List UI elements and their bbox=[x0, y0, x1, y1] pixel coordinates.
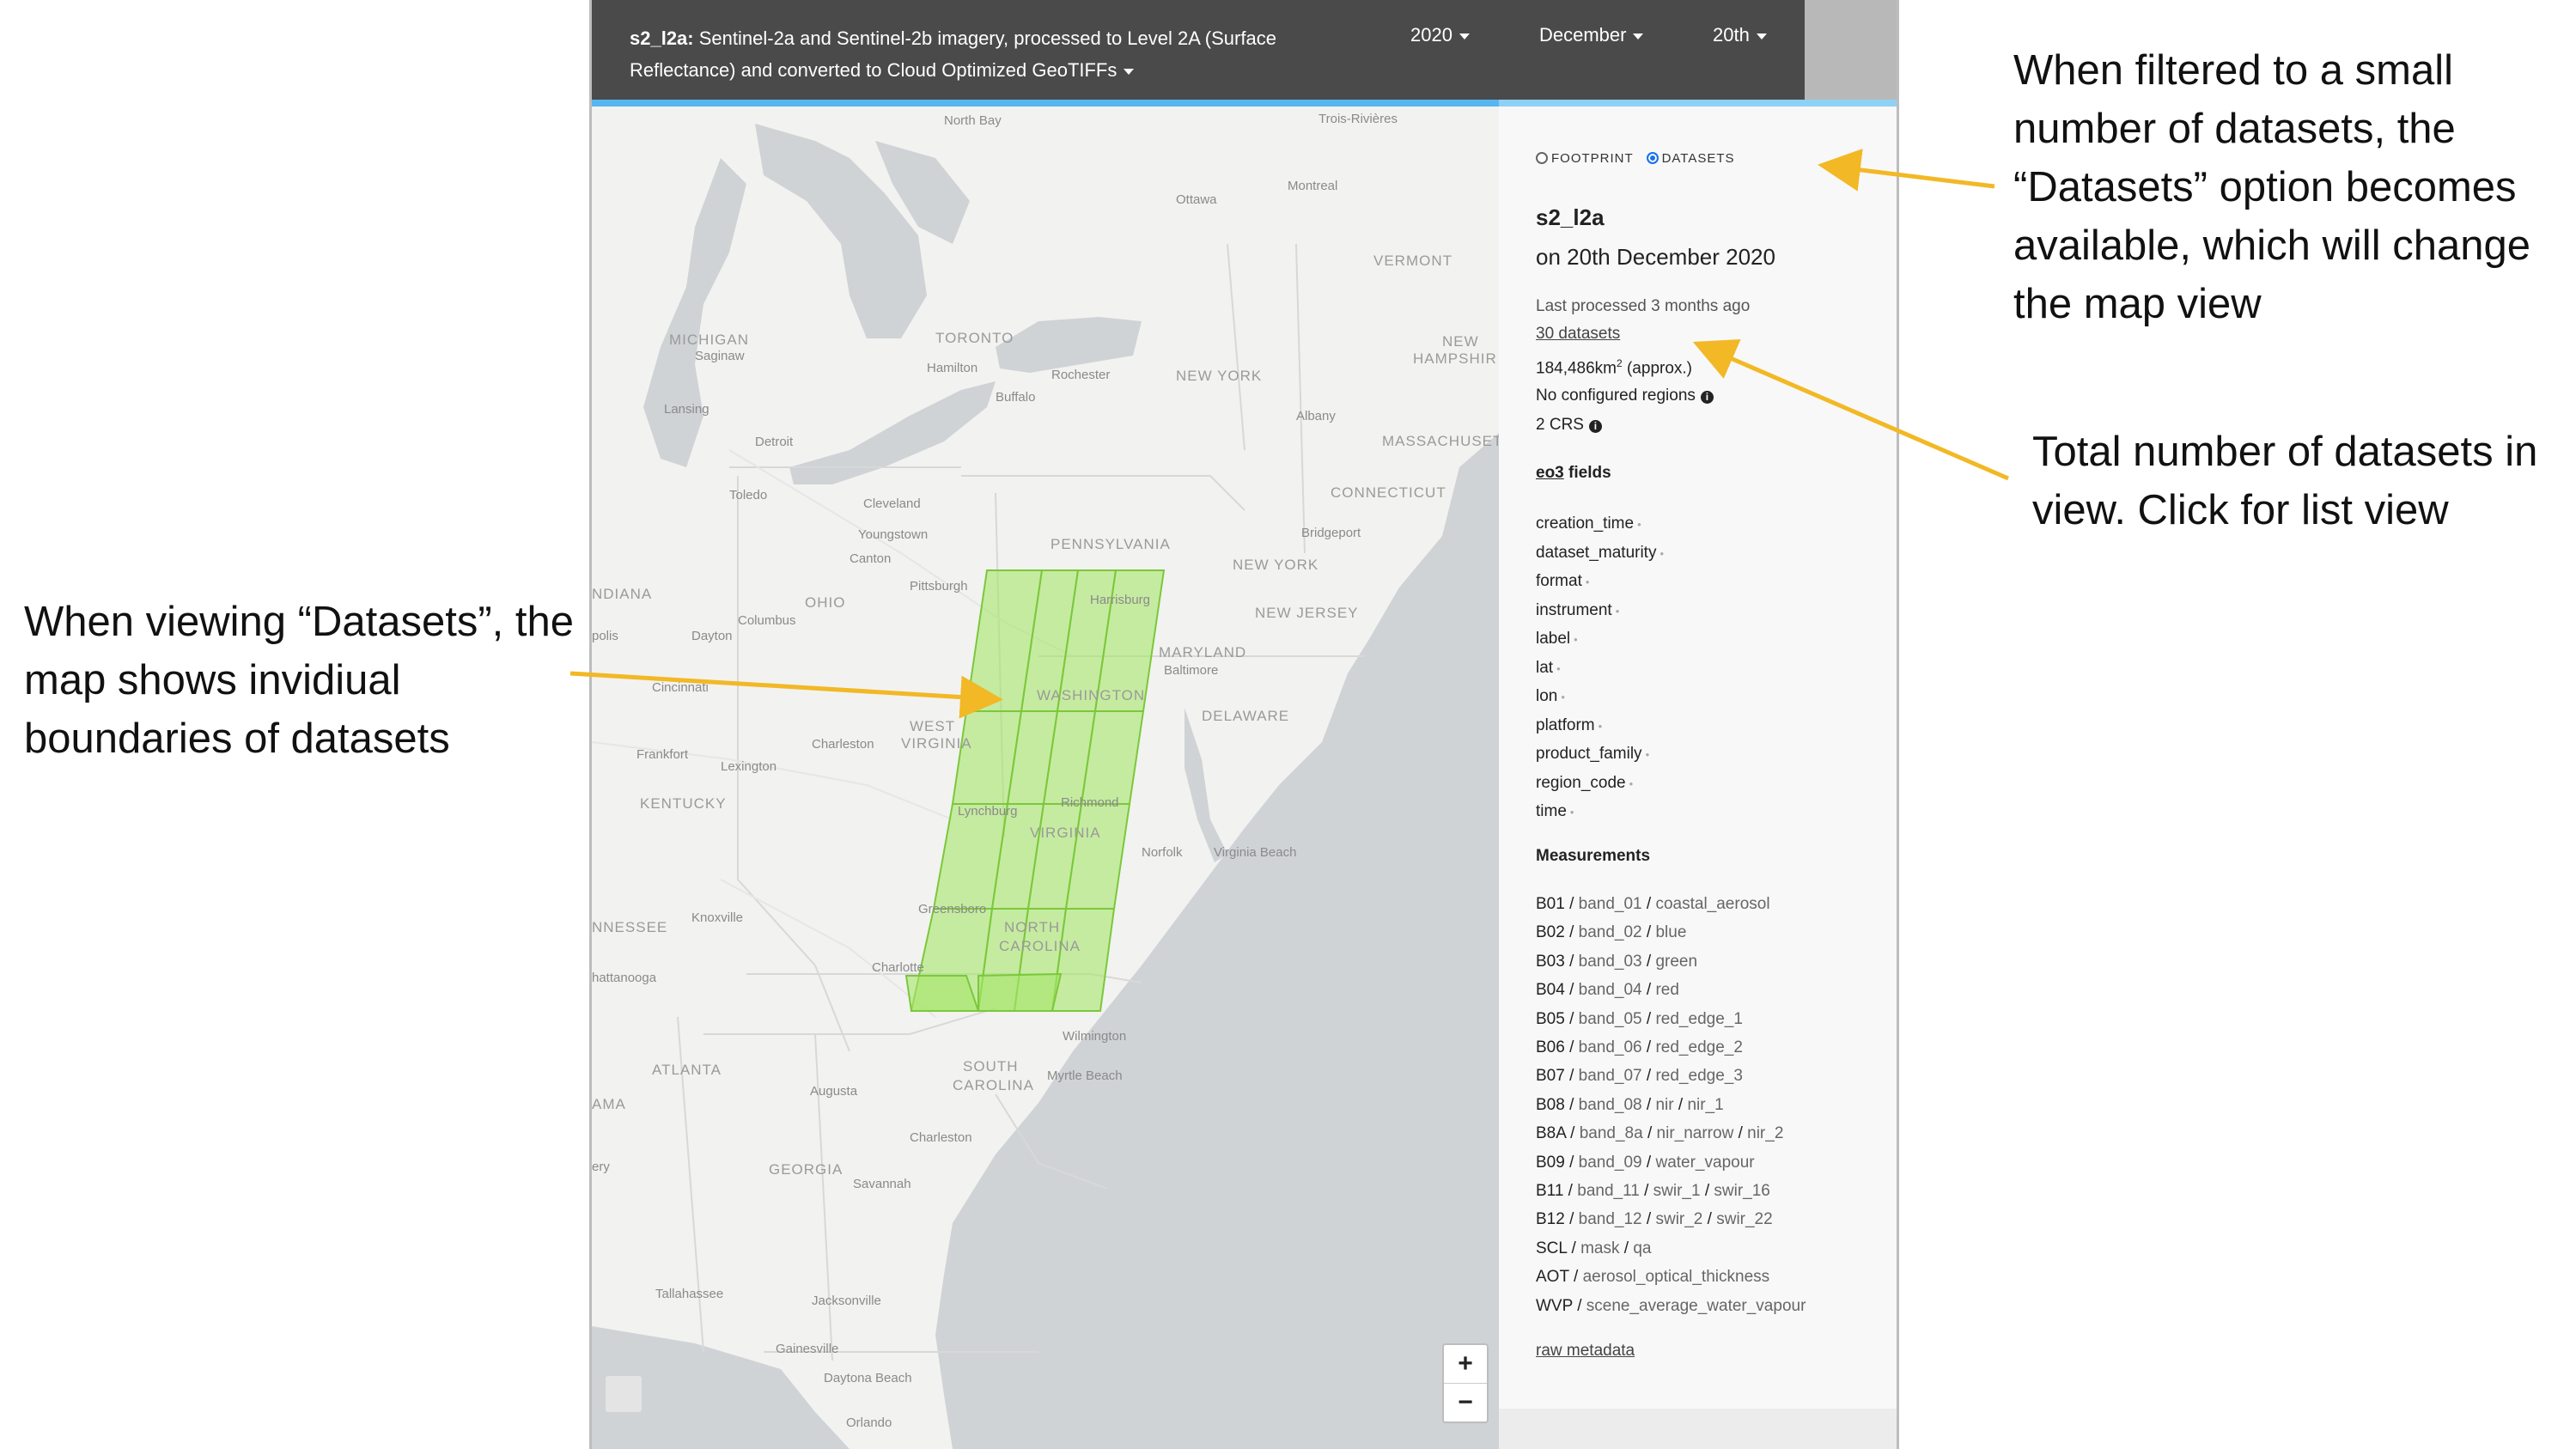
annotation-arrows bbox=[569, 149, 2009, 719]
arrow-to-datasets-option bbox=[1818, 149, 1995, 192]
arrow-to-dataset-count bbox=[1692, 338, 2009, 481]
arrow-to-footprints bbox=[569, 671, 1003, 719]
